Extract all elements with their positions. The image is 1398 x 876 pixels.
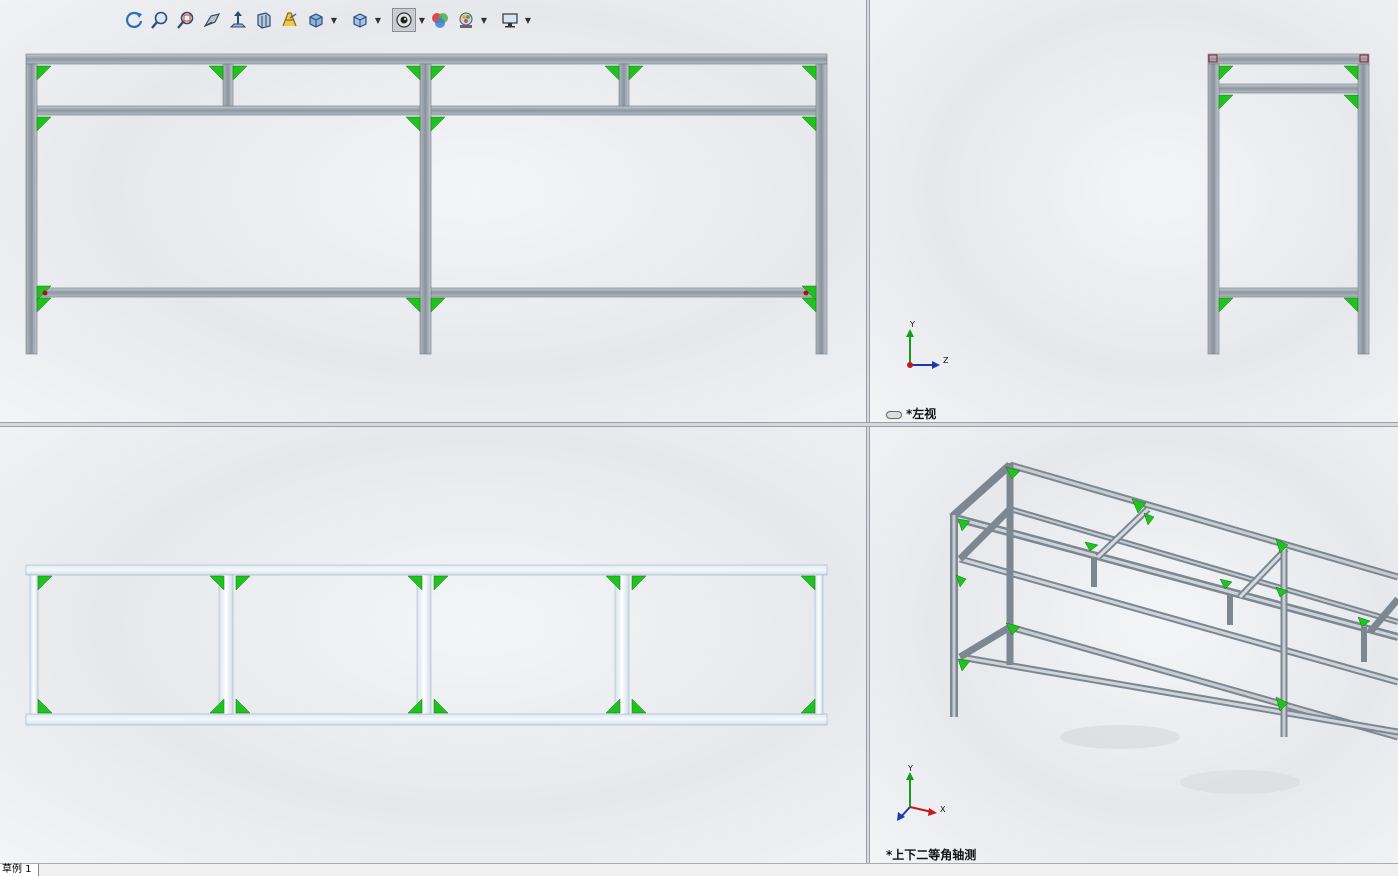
scene-lights-icon[interactable] [454,8,478,32]
view-settings-icon[interactable] [498,8,522,32]
dynamic-annotation-icon[interactable] [252,8,276,32]
view-settings-dropdown-icon[interactable]: ▼ [524,8,532,32]
hide-show-items-icon[interactable] [348,8,372,32]
sheet-tab[interactable]: 草例 1 [0,864,39,876]
zoom-to-area-icon[interactable] [174,8,198,32]
left-view-label: *左视 [886,405,936,422]
left-view-label-text: *左视 [906,407,937,421]
iso-view-label: *上下二等角轴测 [886,848,977,862]
link-views-icon[interactable] [886,410,902,419]
hide-show-dropdown-icon[interactable]: ▼ [374,8,382,32]
left-viewport[interactable]: Y Z *左视 [870,0,1398,422]
coordinate-triad-iso [897,772,937,821]
front-viewport[interactable]: ▼ ▼ ▼ ▼ ▼ [0,0,866,422]
heads-up-view-toolbar: ▼ ▼ ▼ ▼ ▼ [122,6,532,34]
section-view-icon[interactable] [226,8,250,32]
zoom-to-fit-icon[interactable] [148,8,172,32]
apply-scene-icon[interactable] [428,8,452,32]
scene-dropdown-icon[interactable]: ▼ [480,8,488,32]
view-orientation-icon[interactable] [278,8,302,32]
horizontal-splitter[interactable] [0,422,1398,427]
vertical-splitter[interactable] [866,0,870,863]
top-view-frame [25,564,828,726]
triad-z-label: Z [943,356,949,365]
coordinate-triad-left [906,329,940,369]
appearance-dropdown-icon[interactable]: ▼ [418,8,426,32]
rotate-view-icon[interactable] [122,8,146,32]
display-style-dropdown-icon[interactable]: ▼ [330,8,338,32]
left-view-frame [906,53,1370,369]
triad-x-label-iso: X [940,805,946,814]
triad-y-label: Y [910,320,915,329]
previous-view-icon[interactable] [200,8,224,32]
solidworks-four-view-window: ▼ ▼ ▼ ▼ ▼ Y Z *左视 Y X *上下二等角轴测 草例 1 [0,0,1398,876]
triad-y-label-iso: Y [908,764,913,773]
edit-appearance-icon[interactable] [392,8,416,32]
display-style-icon[interactable] [304,8,328,32]
status-bar: 草例 1 [0,863,1398,876]
front-view-frame [25,53,828,355]
top-viewport[interactable] [0,427,866,863]
isometric-viewport[interactable]: Y X *上下二等角轴测 [870,427,1398,863]
isometric-view-frame [897,461,1398,821]
